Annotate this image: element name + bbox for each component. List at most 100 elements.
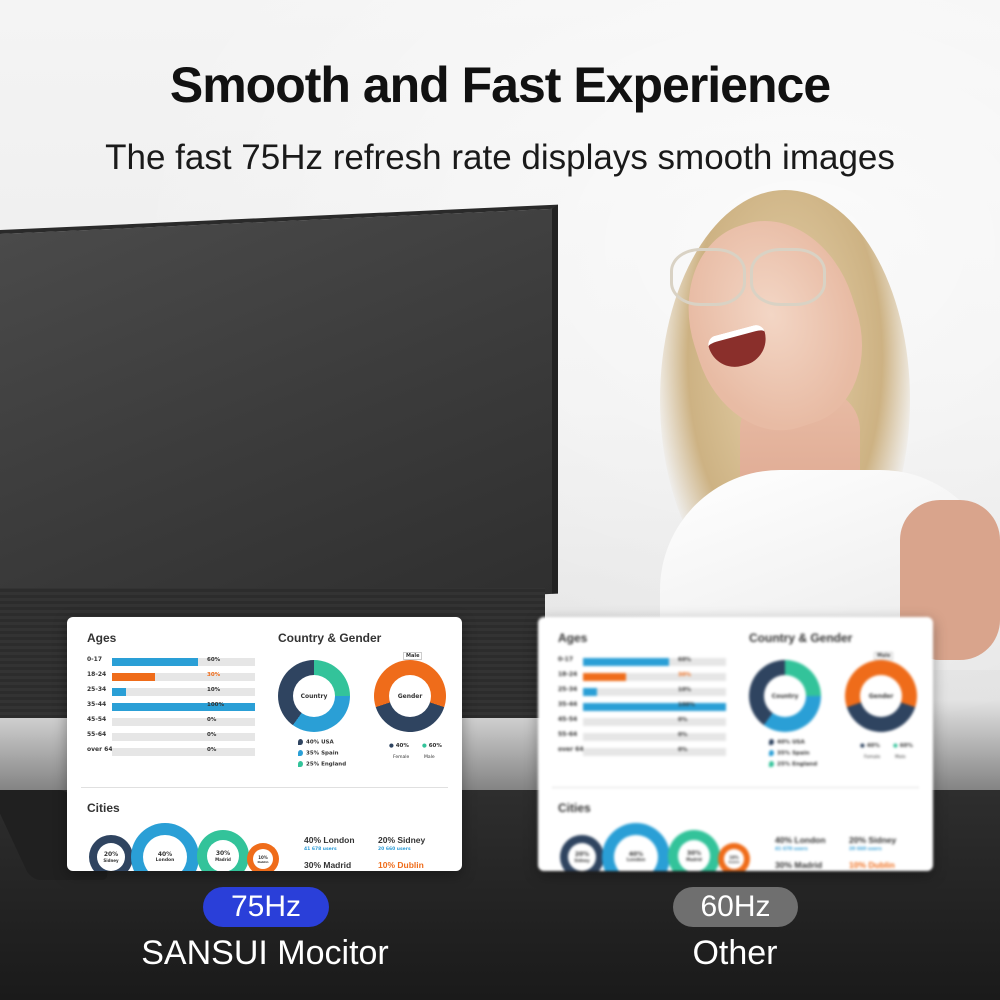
age-bar-track: 10% [112,687,255,696]
city-bubble-london: 40% London [602,823,670,871]
male-legend: ● 60% [422,743,442,749]
subheadline: The fast 75Hz refresh rate displays smoo… [105,138,895,177]
country-legend-2: 35% Spain [769,750,810,757]
caption-other: Other [692,934,778,972]
age-row: 55-64 0% [87,731,257,742]
cities-title: Cities [558,801,591,815]
age-bar-track: 10% [583,687,726,696]
badge-75hz: 75Hz [203,887,329,927]
country-legend-3: 25% England [298,761,346,768]
male-label: Male [424,755,435,760]
age-row: 0-17 60% [558,656,728,667]
age-label: over 64 [558,746,584,753]
age-bar-track: 30% [112,672,255,681]
age-pct: 0% [678,747,688,753]
age-label: 35-44 [558,701,578,708]
age-bar-fill [583,688,598,696]
glasses [670,248,840,308]
age-bar-track: 60% [583,657,726,666]
stat-london: 40% London [775,835,826,845]
female-label: Female [393,755,410,760]
age-bar-fill [112,658,198,666]
city-bubble-dublin: 10% Dublin [718,843,750,871]
age-bar-fill [583,673,626,681]
age-pct: 0% [207,747,217,753]
age-bar-fill [583,658,669,666]
country-donut-label: Country [764,675,806,717]
gender-donut-label: Gender [389,675,431,717]
age-bar-track: 0% [583,747,726,756]
city-bubble-sidney: 20% Sidney [89,835,133,871]
female-label: Female [864,755,881,760]
age-label: over 64 [87,746,113,753]
stat-london-users: 41 678 users [304,847,337,852]
age-bar-track: 0% [112,732,255,741]
age-label: 18-24 [87,671,107,678]
age-bar-track: 0% [583,717,726,726]
stat-madrid: 30% Madrid [775,860,823,870]
country-legend-2: 35% Spain [298,750,339,757]
age-pct: 100% [678,702,695,708]
age-bar-fill [112,703,255,711]
male-legend: ● 60% [893,743,913,749]
city-bubble-madrid: 30% Madrid [197,830,249,871]
age-row: 18-24 30% [558,671,728,682]
age-row: over 64 0% [87,746,257,757]
country-donut: Country [278,660,350,732]
female-legend: ● 40% [860,743,880,749]
age-row: 25-34 10% [87,686,257,697]
age-bar-track: 30% [583,672,726,681]
country-legend-3: 25% England [769,761,817,768]
country-legend-1: 40% USA [769,739,805,746]
city-bubble-dublin: 10% Dublin [247,843,279,871]
gender-donut: Gender [364,650,456,742]
age-row: 55-64 0% [558,731,728,742]
age-pct: 10% [678,687,692,693]
dashboard-card-75hz: Ages 0-17 60% 18-24 30% 25-34 10% 35-44 100% 45-… [67,617,462,871]
stat-london-users: 41 678 users [775,847,808,852]
age-row: 35-44 100% [558,701,728,712]
age-pct: 100% [207,702,224,708]
cities-title: Cities [87,801,120,815]
stat-dublin: 10% Dublin [849,860,895,870]
country-gender-title: Country & Gender [278,631,382,645]
male-label: Male [895,755,906,760]
stat-sidney-users: 20 660 users [849,847,882,852]
age-bar-track: 0% [112,717,255,726]
age-pct: 10% [207,687,221,693]
age-row: 0-17 60% [87,656,257,667]
section-divider [552,787,919,788]
city-bubble-madrid: 30% Madrid [668,830,720,871]
stat-madrid: 30% Madrid [304,860,352,870]
age-bar-fill [583,703,726,711]
age-row: 45-54 0% [87,716,257,727]
section-divider [81,787,448,788]
female-legend: ● 40% [389,743,409,749]
stat-sidney-users: 20 660 users [378,847,411,852]
age-bar-track: 0% [112,747,255,756]
age-pct: 60% [207,657,221,663]
age-label: 35-44 [87,701,107,708]
country-legend-1: 40% USA [298,739,334,746]
age-label: 0-17 [87,656,103,663]
age-label: 45-54 [558,716,578,723]
age-pct: 60% [678,657,692,663]
age-label: 18-24 [558,671,578,678]
country-gender-title: Country & Gender [749,631,853,645]
badge-60hz: 60Hz [673,887,798,927]
stat-sidney: 20% Sidney [378,835,426,845]
age-pct: 0% [678,717,688,723]
age-label: 0-17 [558,656,574,663]
headline: Smooth and Fast Experience [169,57,831,113]
age-pct: 0% [207,732,217,738]
age-bar-track: 0% [583,732,726,741]
country-donut: Country [749,660,821,732]
country-donut-label: Country [293,675,335,717]
age-bar-fill [112,688,127,696]
age-label: 55-64 [558,731,578,738]
age-bar-track: 100% [583,702,726,711]
age-row: over 64 0% [558,746,728,757]
ages-title: Ages [558,631,588,645]
age-pct: 0% [207,717,217,723]
age-bar-fill [112,673,155,681]
